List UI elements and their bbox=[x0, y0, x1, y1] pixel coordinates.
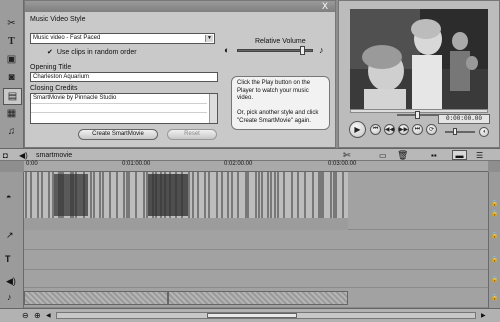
timeline-view-icon[interactable]: ▬ bbox=[452, 150, 467, 160]
player-panel: ▶ ⏮ ◀◀ ▶▶ ⏭ ⟳ 0:00:00.00 ◖ bbox=[338, 0, 500, 148]
transition-track-icon[interactable]: ↗ bbox=[6, 230, 14, 241]
text-view-icon[interactable]: ☰ bbox=[476, 151, 483, 160]
music-clip[interactable] bbox=[24, 291, 168, 305]
opening-title-label: Opening Title bbox=[30, 64, 72, 71]
timeline-scroll-bar: ⊖ ⊕ ◀ ▶ bbox=[0, 308, 500, 322]
closing-credits-text: SmartMovie by Pinnacle Studio bbox=[33, 95, 117, 101]
scrollbar-thumb[interactable] bbox=[207, 313, 297, 318]
clip-properties-icon[interactable]: ▭ bbox=[379, 151, 387, 160]
jog-slider[interactable] bbox=[397, 111, 441, 119]
trash-icon[interactable]: 🗑 bbox=[397, 150, 408, 161]
horizontal-scrollbar[interactable] bbox=[56, 312, 476, 319]
video-preview bbox=[350, 9, 488, 109]
timeline-toolbar: ◘ ◀) smartmovie ✄ ▭ 🗑 ▪▪ ▬ ☰ bbox=[0, 148, 500, 161]
volume-icon[interactable]: ◖ bbox=[479, 127, 489, 137]
music-track-icon[interactable]: ♪ bbox=[7, 292, 12, 302]
title-overlay-track[interactable] bbox=[24, 230, 488, 250]
skip-end-icon[interactable]: ⏭ bbox=[412, 124, 423, 135]
speaker-icon[interactable]: ◀) bbox=[19, 151, 28, 160]
credits-row-divider bbox=[31, 112, 207, 113]
lock-icon[interactable]: 🔒 bbox=[491, 276, 498, 283]
music-video-style-label: Music Video Style bbox=[30, 16, 86, 23]
lock-icon[interactable]: 🔒 bbox=[491, 294, 498, 301]
title-track-icon[interactable]: T bbox=[5, 254, 11, 264]
style-dropdown[interactable]: Music video - Fast Paced ▼ bbox=[30, 33, 215, 44]
audio-tool-icon[interactable]: ♫ bbox=[3, 124, 20, 139]
music-clip[interactable] bbox=[168, 291, 348, 305]
album-tool-strip: ✂ T ▣ ◙ ▤ ▦ ♫ bbox=[0, 0, 24, 148]
jog-slider-thumb[interactable] bbox=[415, 111, 420, 119]
ruler-tick-label: 0:01:00.00 bbox=[122, 161, 151, 167]
create-smartmovie-button[interactable]: Create SmartMovie bbox=[78, 129, 158, 140]
track-headers: ◓ ↗ T ◀) ♪ bbox=[0, 172, 24, 308]
player-volume-slider[interactable] bbox=[445, 128, 475, 135]
scroll-left-icon[interactable]: ◀ bbox=[46, 312, 51, 319]
closing-credits-label: Closing Credits bbox=[30, 85, 78, 92]
video-clips-tool-icon[interactable]: ✂ bbox=[3, 16, 20, 31]
lock-icon[interactable]: 🔒 bbox=[491, 232, 498, 239]
rewind-icon[interactable]: ◀◀ bbox=[384, 124, 395, 135]
random-order-option[interactable]: ✔ Use clips in random order bbox=[47, 48, 137, 57]
close-button[interactable]: X bbox=[319, 2, 331, 11]
ruler-tick-label: 0:00 bbox=[26, 161, 38, 167]
skip-start-icon[interactable]: ⏮ bbox=[370, 124, 381, 135]
lock-icon[interactable]: 🔒 bbox=[491, 200, 498, 207]
reset-button[interactable]: Reset bbox=[167, 129, 217, 140]
random-order-label: Use clips in random order bbox=[56, 48, 137, 56]
project-name: smartmovie bbox=[36, 152, 73, 159]
scroll-right-icon[interactable]: ▶ bbox=[481, 312, 486, 319]
volume-slider[interactable] bbox=[237, 46, 313, 55]
video-track-icon[interactable]: ◓ bbox=[6, 192, 11, 202]
play-button[interactable]: ▶ bbox=[349, 121, 366, 138]
checkmark-icon[interactable]: ✔ bbox=[47, 48, 53, 56]
razor-icon[interactable]: ✄ bbox=[343, 150, 351, 161]
relative-volume-label: Relative Volume bbox=[255, 38, 306, 45]
video-frame-image bbox=[350, 9, 488, 109]
storyboard-view-icon[interactable]: ▪▪ bbox=[431, 151, 437, 160]
opening-title-input[interactable]: Charleston Aquarium bbox=[30, 72, 218, 82]
photos-tool-icon[interactable]: ▣ bbox=[3, 52, 20, 67]
sound-effects-track[interactable] bbox=[24, 270, 488, 288]
volume-slider-thumb[interactable] bbox=[300, 46, 305, 55]
credits-row-divider bbox=[31, 103, 207, 104]
titles-tool-icon[interactable]: T bbox=[3, 34, 20, 49]
ruler-tick-label: 0:03:00.00 bbox=[328, 161, 357, 167]
timecode-display[interactable]: 0:00:00.00 bbox=[438, 114, 490, 124]
credits-scrollbar[interactable] bbox=[209, 94, 217, 123]
zoom-out-icon[interactable]: ⊖ bbox=[22, 311, 29, 320]
video-track[interactable] bbox=[24, 172, 488, 230]
player-volume-thumb[interactable] bbox=[453, 128, 457, 135]
chevron-down-icon[interactable]: ▼ bbox=[205, 35, 213, 42]
video-sound-icon: ◐ bbox=[224, 45, 230, 55]
music-track[interactable] bbox=[24, 288, 488, 308]
fast-forward-icon[interactable]: ▶▶ bbox=[398, 124, 409, 135]
hint-bubble: Click the Play button on the Player to w… bbox=[231, 76, 330, 130]
style-dropdown-value: Music video - Fast Paced bbox=[33, 35, 101, 41]
title-track[interactable] bbox=[24, 250, 488, 270]
editor-titlebar: X bbox=[25, 1, 335, 12]
smartmovie-editor-panel: X Music Video Style Music video - Fast P… bbox=[24, 0, 336, 148]
camera-icon[interactable]: ◘ bbox=[3, 151, 8, 160]
zoom-in-icon[interactable]: ⊕ bbox=[34, 311, 41, 320]
ruler-tick-label: 0:02:00.00 bbox=[224, 161, 253, 167]
audio-track-icon[interactable]: ◀) bbox=[6, 276, 16, 287]
smartmovie-tool-icon[interactable]: ▤ bbox=[3, 88, 22, 105]
camera-tool-icon[interactable]: ◙ bbox=[3, 70, 20, 85]
loop-icon[interactable]: ⟳ bbox=[426, 124, 437, 135]
video-clip-strip bbox=[24, 172, 348, 230]
lock-icon[interactable]: 🔒 bbox=[491, 256, 498, 263]
music-sound-icon: ♪ bbox=[319, 45, 324, 55]
lock-icon[interactable]: 🔒 bbox=[491, 210, 498, 217]
video-effects-tool-icon[interactable]: ▦ bbox=[3, 106, 20, 121]
track-lock-column: 🔒 🔒 🔒 🔒 🔒 🔒 bbox=[488, 172, 500, 308]
timeline-ruler[interactable]: 0:00 0:01:00.00 0:02:00.00 0:03:00.00 bbox=[24, 161, 488, 172]
closing-credits-input[interactable]: SmartMovie by Pinnacle Studio bbox=[30, 93, 218, 124]
